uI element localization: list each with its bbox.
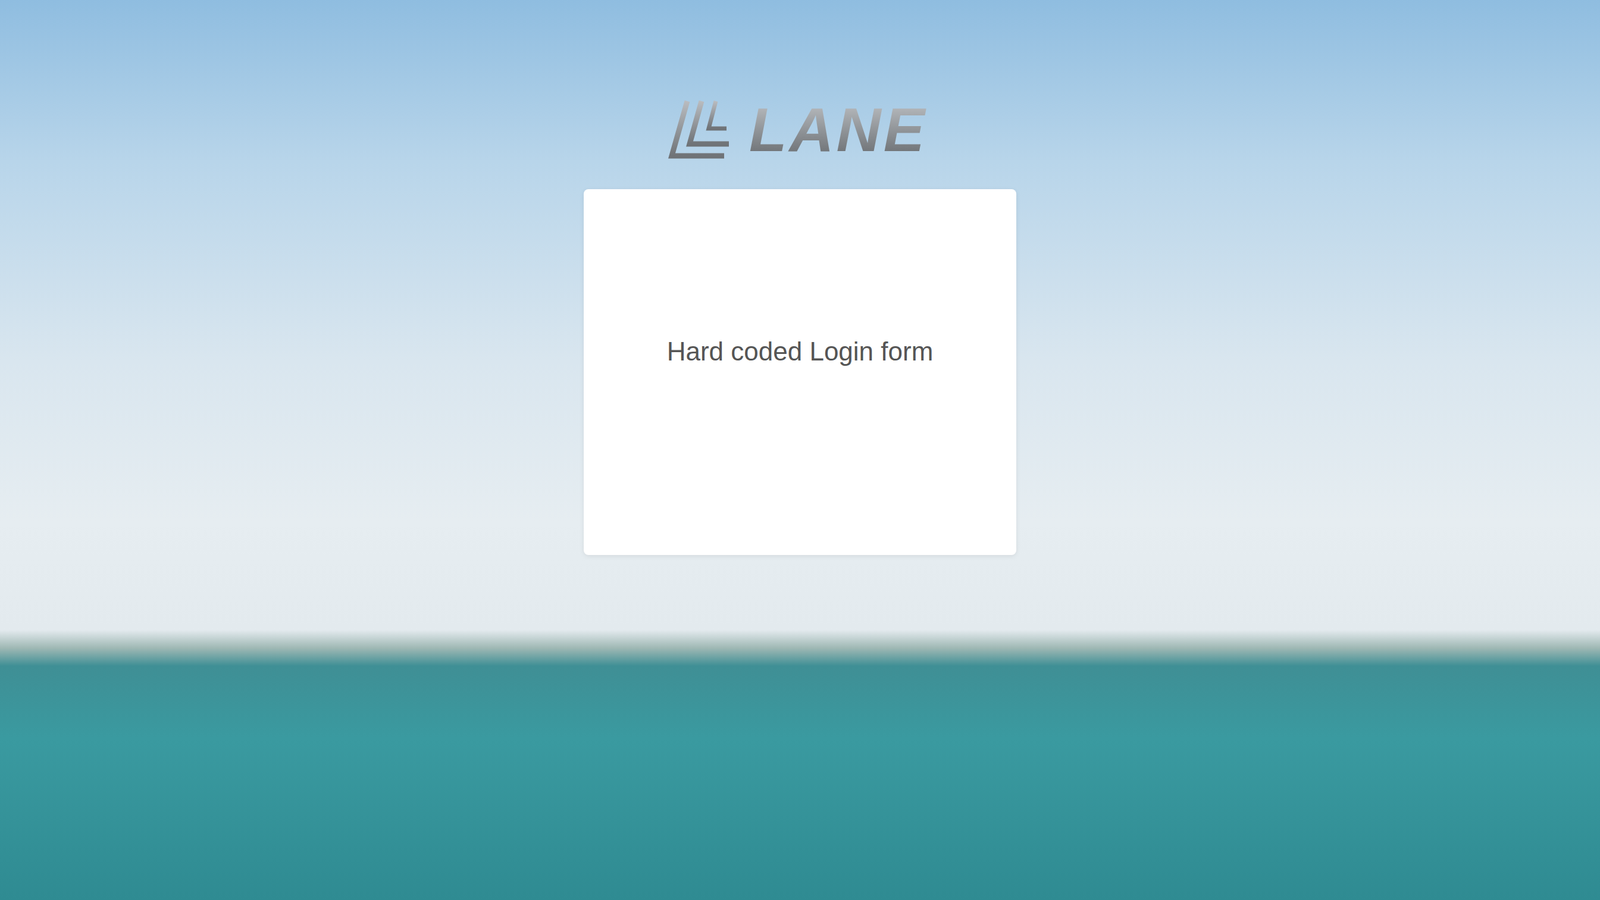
login-placeholder-text: Hard coded Login form [667, 336, 934, 367]
login-page: LANE Hard coded Login form [0, 0, 1600, 900]
logo-text: LANE [749, 95, 933, 164]
lane-logo-icon [667, 98, 733, 161]
login-card: Hard coded Login form [583, 189, 1017, 556]
logo: LANE [667, 97, 933, 162]
